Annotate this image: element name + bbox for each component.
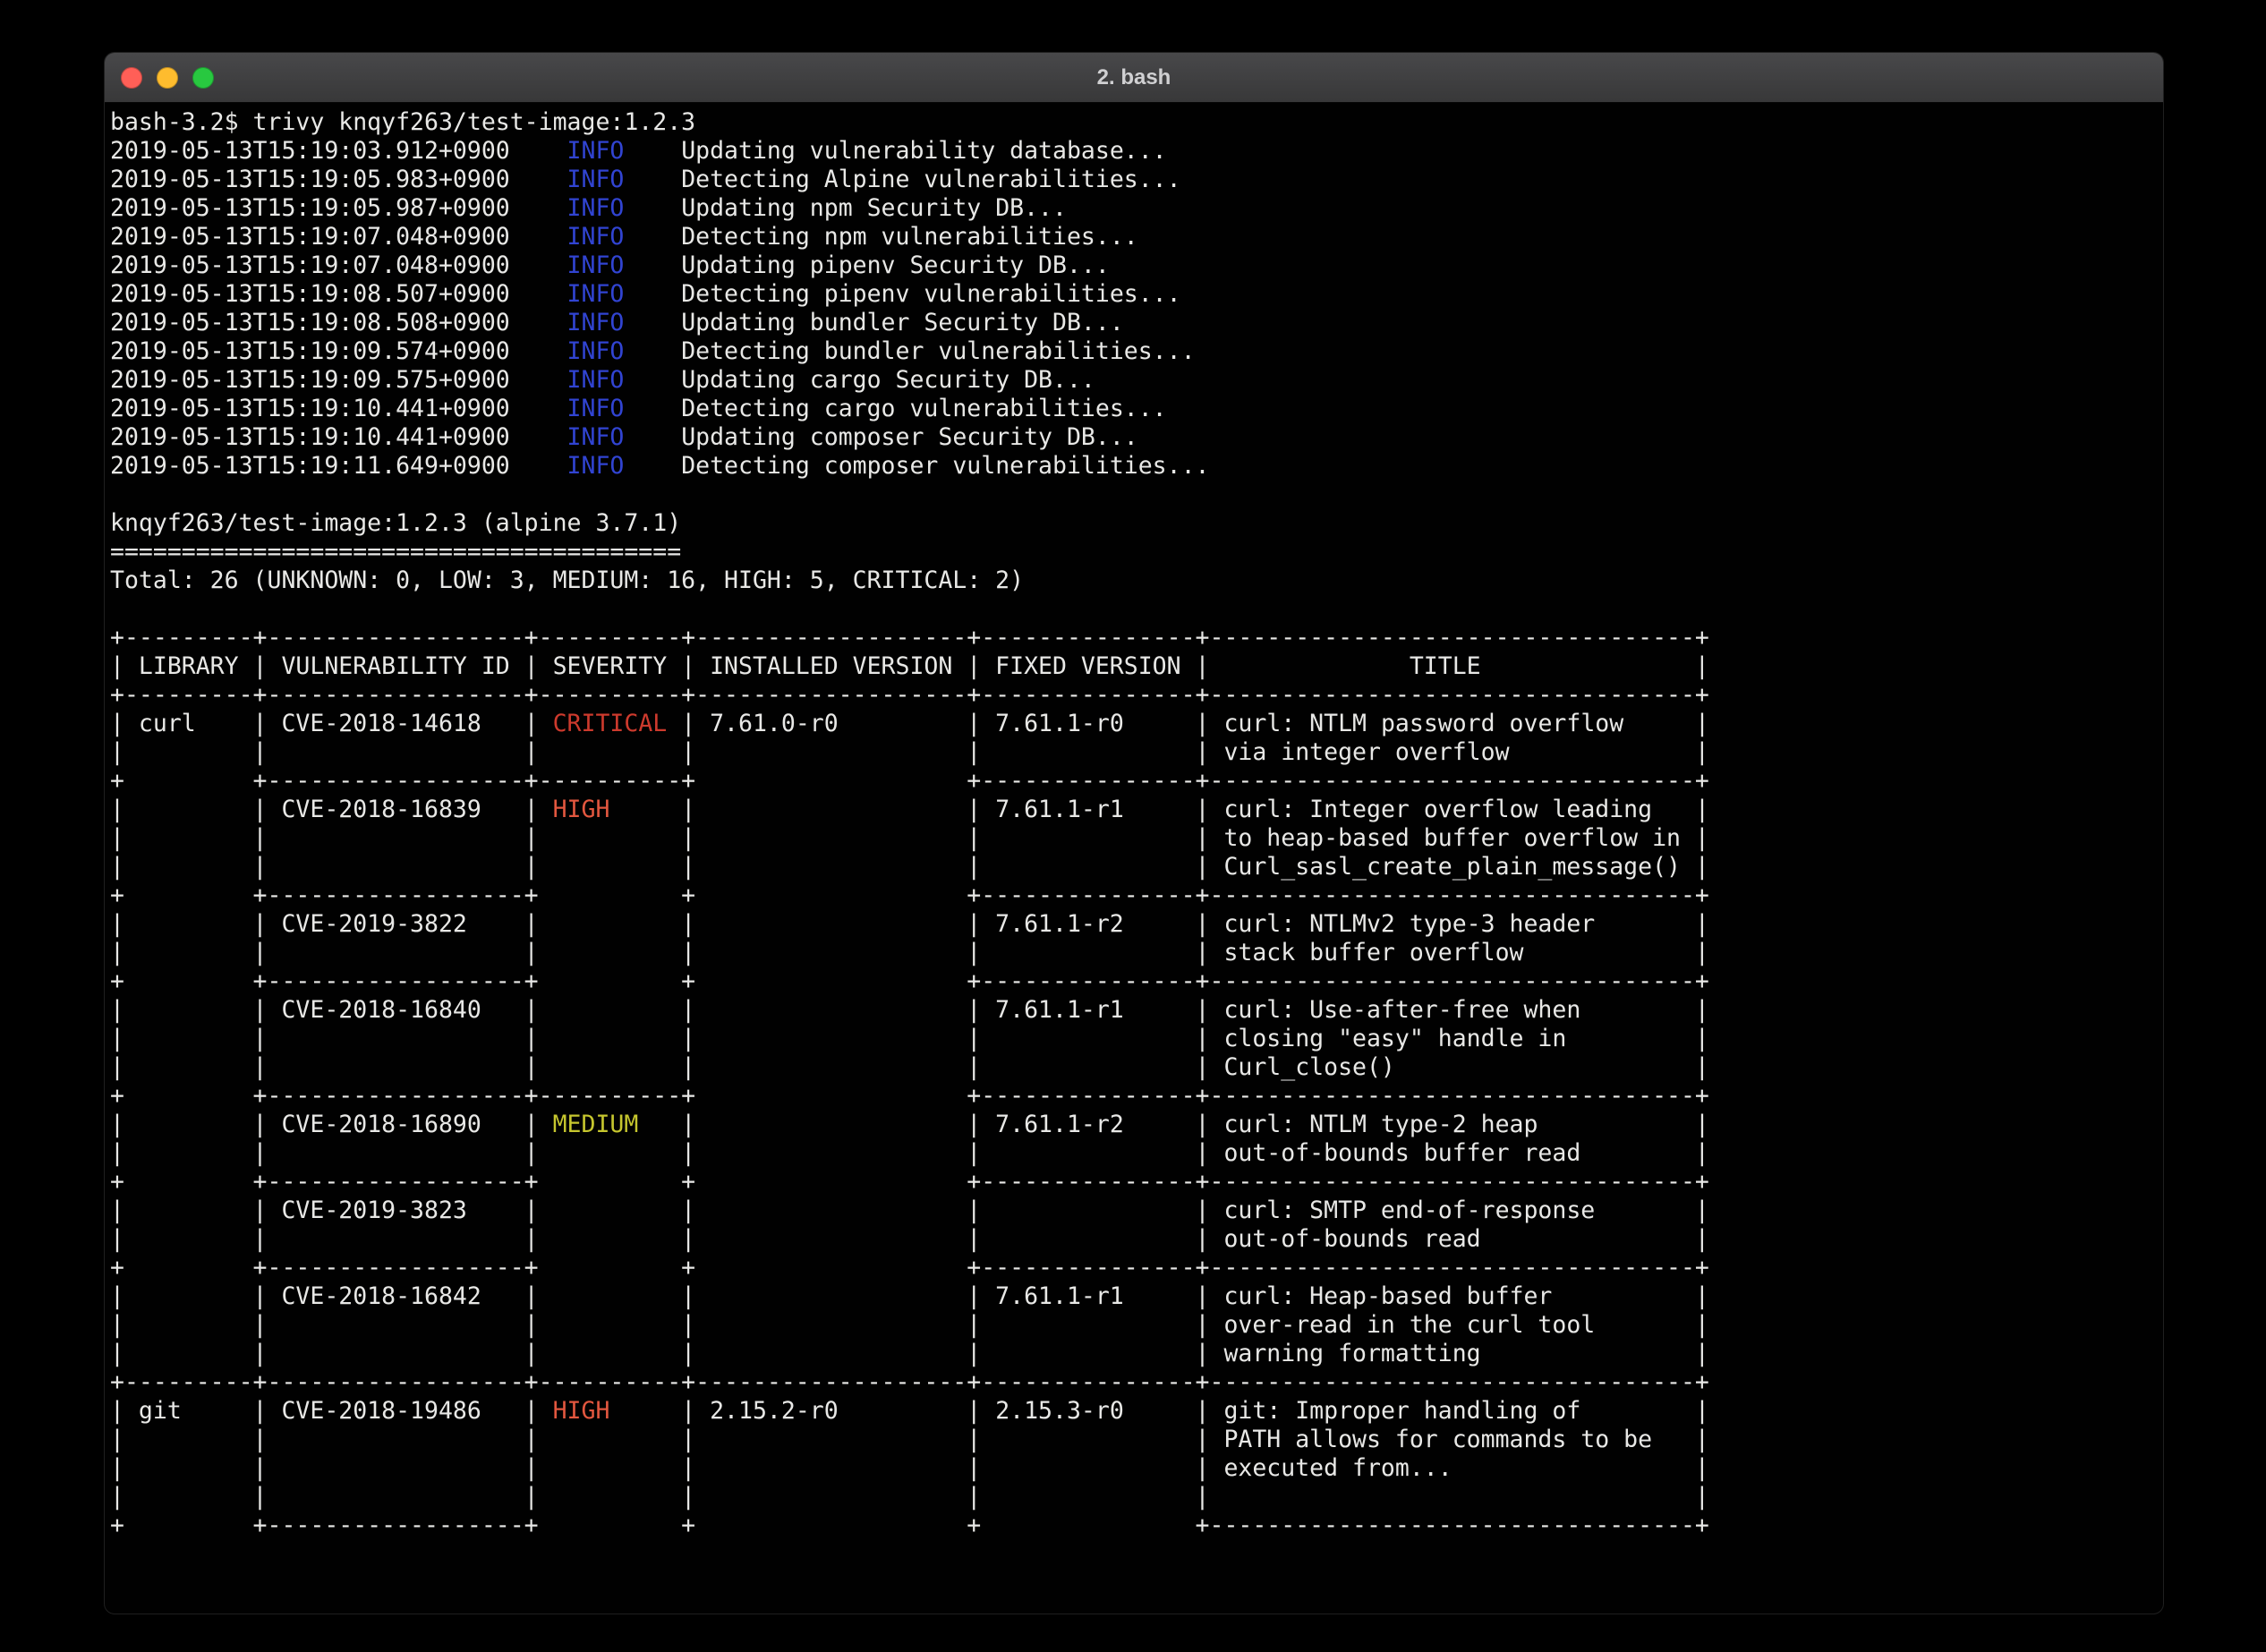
severity-value: HIGH [553, 1397, 610, 1425]
severity-value: HIGH [553, 796, 610, 823]
table-row-line: | | | | | | closing "easy" handle in | [110, 1025, 2163, 1053]
window-title-bar[interactable]: 2. bash [105, 53, 2163, 103]
table-separator: + +------------------+ + +--------------… [110, 881, 2163, 910]
table-row-line: | | | | | | out-of-bounds buffer read | [110, 1139, 2163, 1168]
table-row-line: | | | | | | over-read in the curl tool | [110, 1311, 2163, 1340]
table-separator: + +------------------+----------+ +-----… [110, 767, 2163, 796]
table-row-line: | git | CVE-2018-19486 | HIGH | 2.15.2-r… [110, 1397, 2163, 1426]
log-line: 2019-05-13T15:19:08.508+0900 INFO Updati… [110, 309, 2163, 337]
table-row-line: | | | | | | | [110, 1483, 2163, 1511]
table-header: | LIBRARY | VULNERABILITY ID | SEVERITY … [110, 652, 2163, 681]
table-separator: + +------------------+----------+ +-----… [110, 1082, 2163, 1111]
zoom-button[interactable] [192, 67, 214, 89]
log-line: 2019-05-13T15:19:09.575+0900 INFO Updati… [110, 366, 2163, 395]
table-separator: + +------------------+ + +--------------… [110, 967, 2163, 996]
report-underline: ======================================== [110, 538, 2163, 566]
log-level: INFO [567, 452, 625, 480]
window-title: 2. bash [1097, 65, 1171, 90]
log-line: 2019-05-13T15:19:09.574+0900 INFO Detect… [110, 337, 2163, 366]
table-row-line: | | | | | | to heap-based buffer overflo… [110, 824, 2163, 853]
minimize-button[interactable] [157, 67, 178, 89]
report-target: knqyf263/test-image:1.2.3 (alpine 3.7.1) [110, 509, 2163, 538]
table-row-line: | | CVE-2018-16840 | | | 7.61.1-r1 | cur… [110, 996, 2163, 1025]
blank-line [110, 481, 2163, 509]
table-row-line: | | | | | | via integer overflow | [110, 738, 2163, 767]
log-line: 2019-05-13T15:19:08.507+0900 INFO Detect… [110, 280, 2163, 309]
log-line: 2019-05-13T15:19:03.912+0900 INFO Updati… [110, 137, 2163, 166]
window-controls [121, 53, 214, 102]
table-border: +---------+------------------+----------… [110, 624, 2163, 652]
log-level: INFO [567, 223, 625, 251]
log-level: INFO [567, 337, 625, 365]
log-level: INFO [567, 251, 625, 279]
log-level: INFO [567, 280, 625, 308]
table-row-line: | | CVE-2018-16890 | MEDIUM | | 7.61.1-r… [110, 1111, 2163, 1139]
log-level: INFO [567, 194, 625, 222]
terminal-window: 2. bash bash-3.2$ trivy knqyf263/test-im… [104, 52, 2164, 1614]
table-separator: + +------------------+ + + +------------… [110, 1511, 2163, 1540]
log-line: 2019-05-13T15:19:11.649+0900 INFO Detect… [110, 452, 2163, 481]
table-row-line: | | | | | | Curl_sasl_create_plain_messa… [110, 853, 2163, 881]
severity-value: MEDIUM [553, 1111, 639, 1138]
log-line: 2019-05-13T15:19:10.441+0900 INFO Updati… [110, 423, 2163, 452]
table-row-line: | | | | | | stack buffer overflow | [110, 939, 2163, 967]
log-level: INFO [567, 137, 625, 165]
table-row-line: | | | | | | PATH allows for commands to … [110, 1426, 2163, 1454]
terminal-output[interactable]: bash-3.2$ trivy knqyf263/test-image:1.2.… [105, 103, 2163, 1540]
log-line: 2019-05-13T15:19:05.983+0900 INFO Detect… [110, 166, 2163, 194]
table-row-line: | | CVE-2019-3822 | | | 7.61.1-r2 | curl… [110, 910, 2163, 939]
close-button[interactable] [121, 67, 142, 89]
log-line: 2019-05-13T15:19:10.441+0900 INFO Detect… [110, 395, 2163, 423]
table-row-line: | curl | CVE-2018-14618 | CRITICAL | 7.6… [110, 710, 2163, 738]
table-separator: +---------+------------------+----------… [110, 681, 2163, 710]
report-summary: Total: 26 (UNKNOWN: 0, LOW: 3, MEDIUM: 1… [110, 566, 2163, 595]
log-level: INFO [567, 423, 625, 451]
table-separator: +---------+------------------+----------… [110, 1368, 2163, 1397]
table-row-line: | | | | | | Curl_close() | [110, 1053, 2163, 1082]
desktop-background: 2. bash bash-3.2$ trivy knqyf263/test-im… [0, 0, 2266, 1652]
log-level: INFO [567, 395, 625, 422]
blank-line [110, 595, 2163, 624]
log-level: INFO [567, 166, 625, 193]
log-level: INFO [567, 366, 625, 394]
log-level: INFO [567, 309, 625, 336]
table-row-line: | | | | | | executed from... | [110, 1454, 2163, 1483]
table-row-line: | | CVE-2019-3823 | | | | curl: SMTP end… [110, 1196, 2163, 1225]
table-row-line: | | CVE-2018-16839 | HIGH | | 7.61.1-r1 … [110, 796, 2163, 824]
table-separator: + +------------------+ + +--------------… [110, 1168, 2163, 1196]
command-line: bash-3.2$ trivy knqyf263/test-image:1.2.… [110, 108, 2163, 137]
table-separator: + +------------------+ + +--------------… [110, 1254, 2163, 1282]
log-line: 2019-05-13T15:19:07.048+0900 INFO Detect… [110, 223, 2163, 251]
log-line: 2019-05-13T15:19:07.048+0900 INFO Updati… [110, 251, 2163, 280]
severity-value: CRITICAL [553, 710, 668, 737]
table-row-line: | | | | | | warning formatting | [110, 1340, 2163, 1368]
table-row-line: | | CVE-2018-16842 | | | 7.61.1-r1 | cur… [110, 1282, 2163, 1311]
log-line: 2019-05-13T15:19:05.987+0900 INFO Updati… [110, 194, 2163, 223]
table-row-line: | | | | | | out-of-bounds read | [110, 1225, 2163, 1254]
